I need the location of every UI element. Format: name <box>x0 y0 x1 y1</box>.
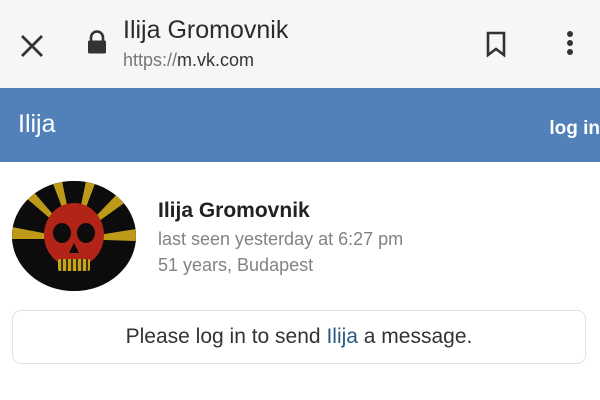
url-host: m.vk.com <box>177 50 255 70</box>
close-button[interactable] <box>14 28 50 64</box>
profile-last-seen: last seen yesterday at 6:27 pm <box>158 229 404 249</box>
browser-toolbar: Ilija Gromovnik https://m.vk.com <box>0 0 600 88</box>
menu-button[interactable] <box>556 26 584 60</box>
login-to-message-notice: Please log in to send Ilija a message. <box>12 310 586 364</box>
url-scheme: https:// <box>123 50 178 70</box>
avatar[interactable] <box>12 181 136 291</box>
header-title: Ilija <box>18 110 56 138</box>
notice-text-before: Please log in to send <box>125 325 321 348</box>
bookmark-button[interactable] <box>480 28 512 60</box>
login-link[interactable]: log in <box>549 118 600 140</box>
notice-text-after: a message. <box>363 325 473 348</box>
lock-icon <box>88 30 106 54</box>
avatar-image <box>12 181 136 291</box>
bookmark-icon <box>486 31 506 58</box>
notice-name-link[interactable]: Ilija <box>326 325 358 349</box>
close-icon <box>21 35 43 57</box>
more-vert-icon <box>567 31 573 55</box>
profile-name: Ilija Gromovnik <box>158 199 310 222</box>
page-title: Ilija Gromovnik <box>123 16 289 44</box>
page-url[interactable]: https://m.vk.com <box>123 50 254 71</box>
profile-info: 51 years, Budapest <box>158 255 314 275</box>
site-header: Ilija log in <box>0 88 600 162</box>
